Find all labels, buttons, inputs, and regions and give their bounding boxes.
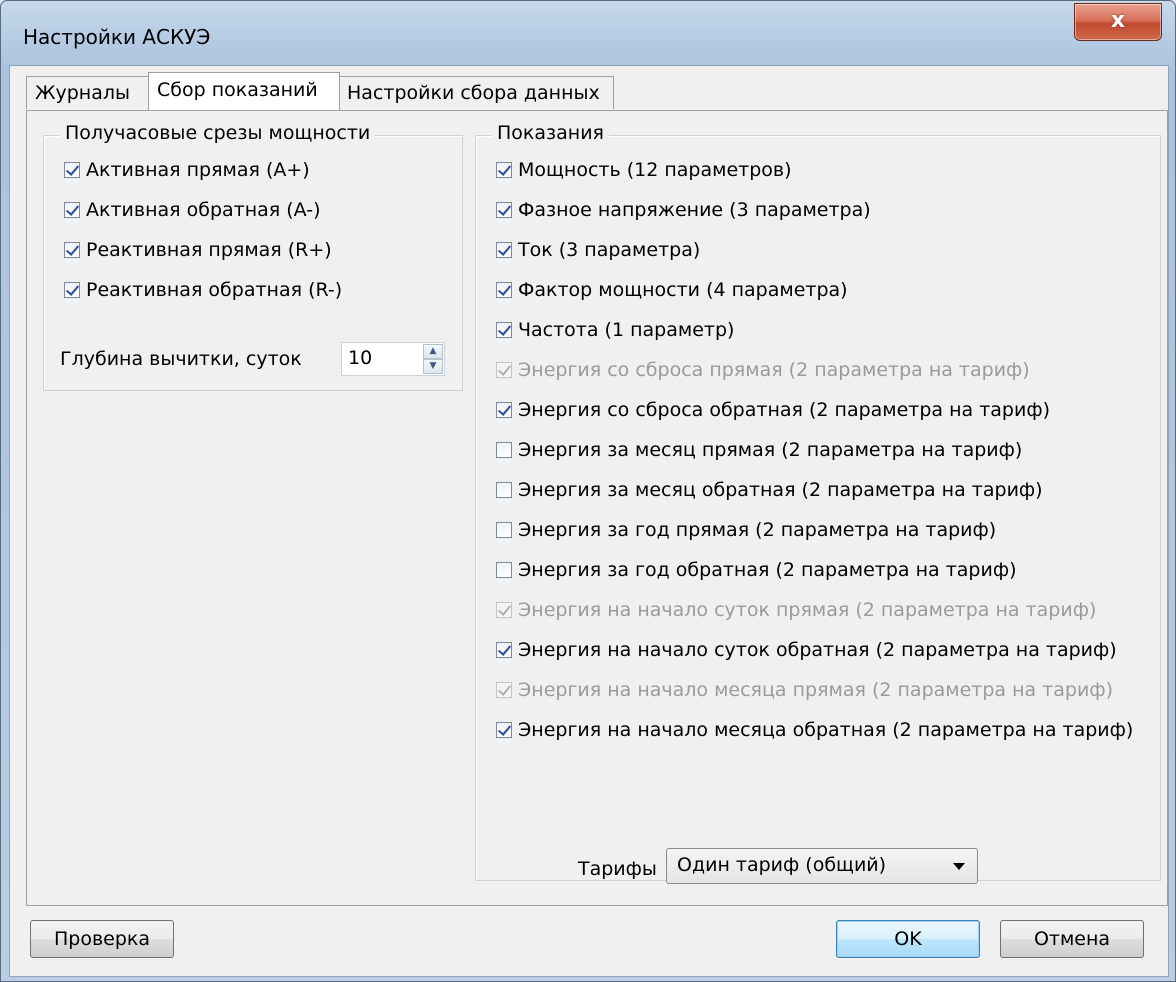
spin-up-icon[interactable]: ▲ xyxy=(423,344,443,359)
checkbox-checked-icon[interactable] xyxy=(64,242,80,258)
checkbox-item[interactable]: Энергия за месяц прямая (2 параметра на … xyxy=(496,438,1022,462)
checkbox-item: Энергия на начало суток прямая (2 параме… xyxy=(496,598,1096,622)
settings-window: Настройки АСКУЭ x Журналы Сбор показаний… xyxy=(0,0,1176,982)
checkbox-item[interactable]: Активная обратная (A-) xyxy=(64,198,321,222)
tab-label: Сбор показаний xyxy=(157,79,318,101)
checkbox-label: Энергия за год обратная (2 параметра на … xyxy=(518,559,1017,581)
checkbox-label: Фазное напряжение (3 параметра) xyxy=(518,199,871,221)
title-bar[interactable]: Настройки АСКУЭ x xyxy=(1,1,1175,65)
checkbox-label: Реактивная обратная (R-) xyxy=(86,279,343,301)
checkbox-item: Энергия на начало месяца прямая (2 парам… xyxy=(496,678,1113,702)
group-half-hour-power: Получасовые срезы мощности Активная прям… xyxy=(43,122,463,391)
tab-panel-readings: Получасовые срезы мощности Активная прям… xyxy=(26,110,1168,906)
group-title: Показания xyxy=(492,122,609,144)
checkbox-checked-icon[interactable] xyxy=(496,402,512,418)
dialog-client-area: Журналы Сбор показаний Настройки сбора д… xyxy=(9,65,1169,977)
tariff-value: Один тариф (общий) xyxy=(677,854,887,876)
check-button[interactable]: Проверка xyxy=(30,920,174,958)
spin-down-icon[interactable]: ▼ xyxy=(423,359,443,374)
checkbox-label: Энергия на начало суток прямая (2 параме… xyxy=(518,599,1097,621)
checkbox-label: Частота (1 параметр) xyxy=(518,319,735,341)
cancel-button[interactable]: Отмена xyxy=(1000,920,1144,958)
checkbox-item[interactable]: Реактивная прямая (R+) xyxy=(64,238,332,262)
checkbox-unchecked-icon[interactable] xyxy=(496,442,512,458)
depth-stepper[interactable]: 10 ▲ ▼ xyxy=(341,342,445,376)
chevron-down-icon xyxy=(953,863,965,870)
checkbox-label: Активная прямая (A+) xyxy=(86,159,310,181)
checkbox-label: Энергия на начало суток обратная (2 пара… xyxy=(518,639,1117,661)
checkbox-item: Энергия со сброса прямая (2 параметра на… xyxy=(496,358,1030,382)
tab-data-collection-settings[interactable]: Настройки сбора данных xyxy=(338,76,614,109)
checkbox-item[interactable]: Энергия за месяц обратная (2 параметра н… xyxy=(496,478,1043,502)
checkbox-item[interactable]: Фазное напряжение (3 параметра) xyxy=(496,198,871,222)
checkbox-item[interactable]: Энергия на начало суток обратная (2 пара… xyxy=(496,638,1117,662)
checkbox-checked-icon[interactable] xyxy=(64,282,80,298)
checkbox-label: Энергия за месяц обратная (2 параметра н… xyxy=(518,479,1043,501)
checkbox-unchecked-icon[interactable] xyxy=(496,522,512,538)
ok-button-label: OK xyxy=(894,928,922,950)
checkbox-checked-icon[interactable] xyxy=(64,162,80,178)
checkbox-checked-icon[interactable] xyxy=(496,242,512,258)
checkbox-checked-icon[interactable] xyxy=(496,322,512,338)
checkbox-item[interactable]: Ток (3 параметра) xyxy=(496,238,700,262)
checkbox-label: Энергия на начало месяца прямая (2 парам… xyxy=(518,679,1113,701)
ok-button[interactable]: OK xyxy=(836,920,980,958)
close-icon: x xyxy=(1110,8,1126,33)
cancel-button-label: Отмена xyxy=(1033,928,1111,950)
checkbox-checked-icon xyxy=(496,682,512,698)
group-readings: Показания Мощность (12 параметров) Фазное… xyxy=(475,122,1161,884)
tariff-select[interactable]: Один тариф (общий) xyxy=(666,848,978,884)
checkbox-item[interactable]: Фактор мощности (4 параметра) xyxy=(496,278,848,302)
close-button[interactable]: x xyxy=(1074,3,1162,41)
checkbox-label: Реактивная прямая (R+) xyxy=(86,239,332,261)
checkbox-item[interactable]: Реактивная обратная (R-) xyxy=(64,278,342,302)
checkbox-checked-icon xyxy=(496,602,512,618)
depth-value[interactable]: 10 xyxy=(348,347,372,369)
checkbox-label: Энергия за месяц прямая (2 параметра на … xyxy=(518,439,1023,461)
checkbox-label: Энергия со сброса прямая (2 параметра на… xyxy=(518,359,1030,381)
tariff-label: Тарифы xyxy=(578,858,657,880)
depth-label: Глубина вычитки, суток xyxy=(60,348,302,370)
checkbox-item[interactable]: Энергия за год прямая (2 параметра на та… xyxy=(496,518,996,542)
checkbox-checked-icon[interactable] xyxy=(496,642,512,658)
checkbox-label: Энергия за год прямая (2 параметра на та… xyxy=(518,519,997,541)
checkbox-item[interactable]: Энергия со сброса обратная (2 параметра … xyxy=(496,398,1050,422)
checkbox-item[interactable]: Мощность (12 параметров) xyxy=(496,158,792,182)
checkbox-unchecked-icon[interactable] xyxy=(496,562,512,578)
checkbox-item[interactable]: Частота (1 параметр) xyxy=(496,318,734,342)
checkbox-checked-icon[interactable] xyxy=(64,202,80,218)
checkbox-checked-icon[interactable] xyxy=(496,282,512,298)
checkbox-unchecked-icon[interactable] xyxy=(496,482,512,498)
checkbox-label: Фактор мощности (4 параметра) xyxy=(518,279,848,301)
checkbox-label: Мощность (12 параметров) xyxy=(518,159,792,181)
window-title: Настройки АСКУЭ xyxy=(23,25,211,49)
checkbox-label: Ток (3 параметра) xyxy=(518,239,701,261)
checkbox-label: Активная обратная (A-) xyxy=(86,199,321,221)
checkbox-item[interactable]: Активная прямая (A+) xyxy=(64,158,310,182)
checkbox-checked-icon[interactable] xyxy=(496,162,512,178)
checkbox-checked-icon[interactable] xyxy=(496,202,512,218)
checkbox-item[interactable]: Энергия за год обратная (2 параметра на … xyxy=(496,558,1016,582)
checkbox-item[interactable]: Энергия на начало месяца обратная (2 пар… xyxy=(496,718,1133,742)
tab-readings[interactable]: Сбор показаний xyxy=(148,72,340,110)
checkbox-label: Энергия на начало месяца обратная (2 пар… xyxy=(518,719,1134,741)
checkbox-checked-icon[interactable] xyxy=(496,722,512,738)
tab-label: Настройки сбора данных xyxy=(347,82,600,104)
check-button-label: Проверка xyxy=(53,928,151,950)
tab-label: Журналы xyxy=(35,82,130,104)
tab-journals[interactable]: Журналы xyxy=(26,76,150,109)
group-title: Получасовые срезы мощности xyxy=(60,122,376,144)
checkbox-checked-icon xyxy=(496,362,512,378)
checkbox-label: Энергия со сброса обратная (2 параметра … xyxy=(518,399,1050,421)
